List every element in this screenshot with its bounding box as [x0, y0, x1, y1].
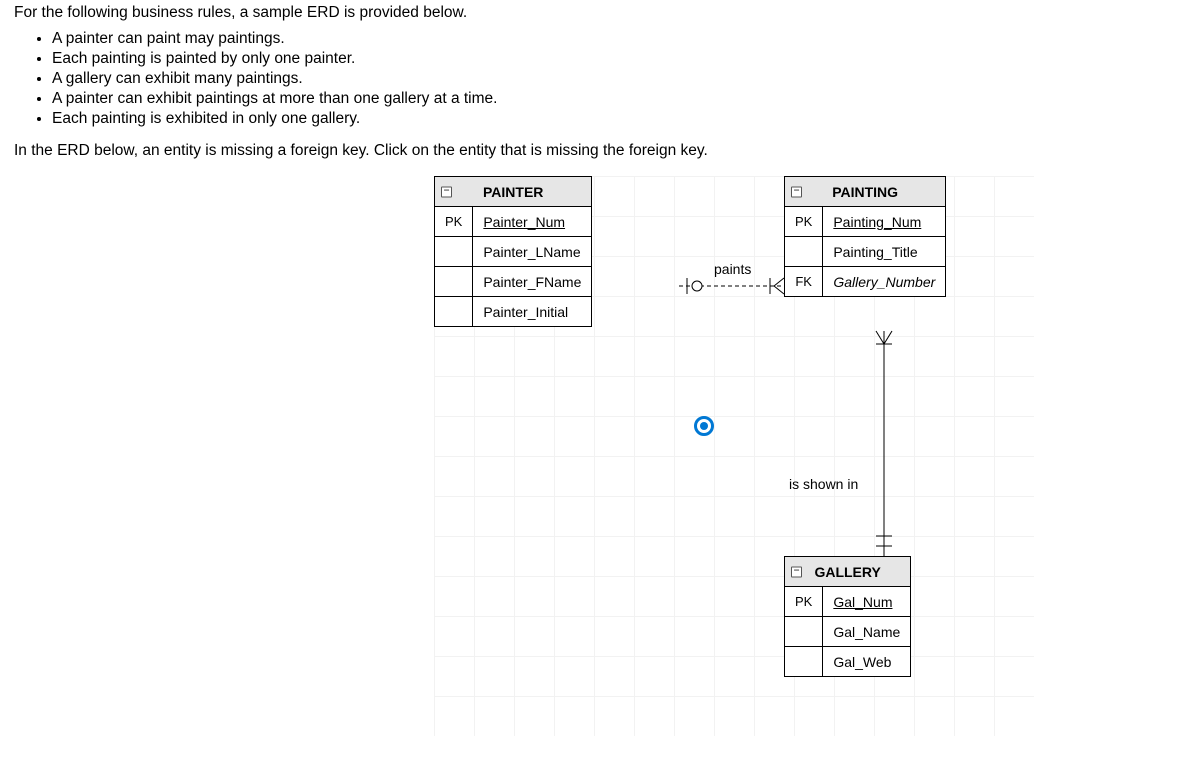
- business-rules-list: A painter can paint may paintings. Each …: [52, 30, 1186, 128]
- rule-item: Each painting is painted by only one pai…: [52, 50, 1186, 68]
- key-cell: PK: [435, 207, 473, 237]
- relationship-label-shown: is shown in: [789, 476, 858, 492]
- attr-cell: Painting_Title: [823, 237, 946, 267]
- attr-cell: Gal_Num: [823, 587, 911, 617]
- attr-cell: Gal_Web: [823, 647, 911, 677]
- erd-diagram: − PAINTER PK Painter_Num Painter_LName P…: [434, 176, 1034, 736]
- rule-item: A painter can paint may paintings.: [52, 30, 1186, 48]
- attr-cell: Gal_Name: [823, 617, 911, 647]
- entity-painter[interactable]: − PAINTER PK Painter_Num Painter_LName P…: [434, 176, 592, 327]
- attr-cell: Painter_Initial: [473, 297, 592, 327]
- entity-gallery[interactable]: − GALLERY PK Gal_Num Gal_Name Gal_Web: [784, 556, 911, 677]
- attr-cell: Gallery_Number: [823, 267, 946, 297]
- key-cell: [785, 647, 823, 677]
- rule-item: Each painting is exhibited in only one g…: [52, 110, 1186, 128]
- collapse-icon: −: [791, 186, 802, 197]
- relationship-label-paints: paints: [714, 261, 751, 277]
- entity-header: − GALLERY: [785, 557, 911, 587]
- entity-header: − PAINTER: [435, 177, 592, 207]
- key-cell: [785, 617, 823, 647]
- collapse-icon: −: [791, 566, 802, 577]
- key-cell: [435, 297, 473, 327]
- entity-painting[interactable]: − PAINTING PK Painting_Num Painting_Titl…: [784, 176, 946, 297]
- attr-cell: Painter_FName: [473, 267, 592, 297]
- entity-header: − PAINTING: [785, 177, 946, 207]
- attr-cell: Painting_Num: [823, 207, 946, 237]
- rule-item: A painter can exhibit paintings at more …: [52, 90, 1186, 108]
- instruction-text: In the ERD below, an entity is missing a…: [14, 142, 1186, 160]
- rule-item: A gallery can exhibit many paintings.: [52, 70, 1186, 88]
- key-cell: PK: [785, 587, 823, 617]
- attr-cell: Painter_LName: [473, 237, 592, 267]
- key-cell: [435, 267, 473, 297]
- key-cell: PK: [785, 207, 823, 237]
- intro-text: For the following business rules, a samp…: [14, 4, 1186, 22]
- collapse-icon: −: [441, 186, 452, 197]
- key-cell: [435, 237, 473, 267]
- key-cell: [785, 237, 823, 267]
- attr-cell: Painter_Num: [473, 207, 592, 237]
- target-marker-icon[interactable]: [694, 416, 714, 436]
- key-cell: FK: [785, 267, 823, 297]
